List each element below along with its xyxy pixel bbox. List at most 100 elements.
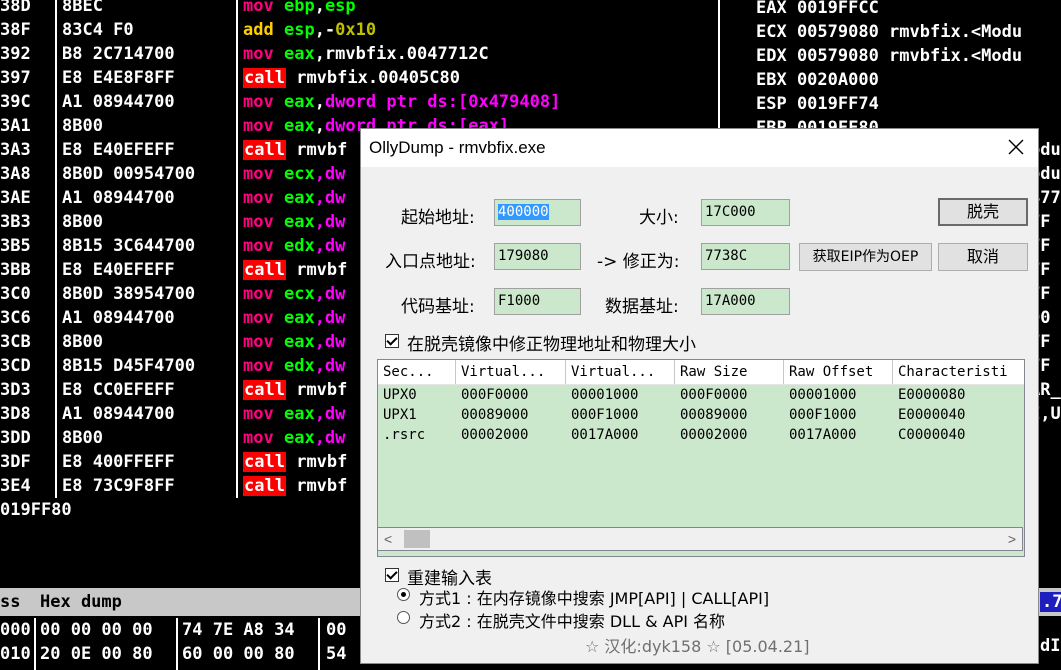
code-base-field[interactable]: F1000 — [494, 288, 581, 315]
disasm-instruction: add esp,-0x10 — [243, 20, 377, 40]
credit-text: ☆ 汉化:dyk158 ☆ [05.04.21] — [585, 637, 810, 656]
scroll-right-icon[interactable]: > — [1008, 531, 1016, 547]
disasm-opcode-bytes: 8B00 — [62, 428, 103, 448]
method1-radio[interactable] — [397, 588, 410, 601]
register-line[interactable]: EDX 00579080 rmvbfix.<Modu — [756, 44, 1022, 68]
register-line[interactable]: EBX 0020A000 — [756, 68, 879, 92]
list-cell: .rsrc — [383, 427, 426, 443]
hex-column-divider — [34, 618, 36, 670]
right-pane-edge: .7 — [1040, 592, 1061, 612]
start-address-field[interactable]: 400000 — [494, 199, 581, 226]
disasm-address: 392 — [0, 44, 31, 64]
hex-bytes: 54 — [326, 644, 347, 664]
column-header[interactable]: Raw Offset — [784, 360, 893, 384]
right-pane-edge: dI — [1040, 636, 1061, 656]
disasm-opcode-bytes: A1 08944700 — [62, 188, 175, 208]
disasm-row[interactable]: 397 E8 E4E8F8FF call rmvbfix.00405C80 — [0, 66, 720, 90]
hex-bytes: 60 00 00 80 — [182, 644, 295, 664]
disasm-instruction: call rmvbf — [243, 476, 348, 496]
disasm-row[interactable]: 392 B8 2C714700 mov eax,rmvbfix.0047712C — [0, 42, 720, 66]
fix-oep-field[interactable]: 7738C — [701, 243, 790, 270]
list-cell: 00001000 — [789, 387, 857, 403]
scroll-left-icon[interactable]: < — [384, 531, 392, 547]
disasm-row[interactable]: 38D 8BEC mov ebp,esp — [0, 0, 720, 18]
column-header[interactable]: Virtual... — [456, 360, 566, 384]
register-line[interactable]: EAX 0019FFCC — [756, 0, 879, 20]
method2-label: 方式2 : 在脱壳文件中搜索 DLL & API 名称 — [419, 612, 726, 631]
disasm-address: 3CD — [0, 356, 31, 376]
disasm-address: 38F — [0, 20, 31, 40]
column-header[interactable]: Raw Size — [675, 360, 784, 384]
column-header[interactable]: Characteristi — [893, 360, 1024, 384]
dialog-title-bar[interactable]: OllyDump - rmvbfix.exe — [361, 129, 1038, 167]
cancel-button[interactable]: 取消 — [938, 243, 1028, 271]
fix-raw-size-checkbox[interactable] — [385, 334, 399, 348]
disasm-address: 38D — [0, 0, 31, 16]
disasm-row[interactable]: 39C A1 08944700 mov eax,dword ptr ds:[0x47… — [0, 90, 720, 114]
disasm-instruction: call rmvbf — [243, 452, 348, 472]
data-base-label: 数据基址: — [605, 297, 679, 317]
start-address-label: 起始地址: — [401, 208, 475, 228]
disasm-instruction: mov ebp,esp — [243, 0, 356, 16]
hex-bytes: 74 7E A8 34 — [182, 620, 295, 640]
disasm-opcode-bytes: A1 08944700 — [62, 308, 175, 328]
disasm-instruction: mov eax,dw — [243, 332, 346, 352]
disasm-address: 3D3 — [0, 380, 31, 400]
registers-pane[interactable]: EAX 0019FFCC ECX 00579080 rmvbfix.<Modu ED… — [748, 0, 1061, 140]
rebuild-import-checkbox[interactable] — [385, 568, 399, 582]
list-cell: 00002000 — [461, 427, 529, 443]
horizontal-scrollbar[interactable]: < > — [377, 527, 1023, 551]
size-label: 大小: — [639, 208, 679, 228]
disasm-instruction: call rmvbfix.00405C80 — [243, 68, 460, 88]
disasm-address: 3D8 — [0, 404, 31, 424]
disasm-instruction: mov edx,dw — [243, 356, 346, 376]
dump-button[interactable]: 脱壳 — [938, 198, 1028, 226]
disasm-instruction: mov eax,dw — [243, 428, 346, 448]
close-icon[interactable] — [1004, 135, 1028, 159]
disasm-instruction: mov eax,dw — [243, 404, 346, 424]
register-line[interactable]: ESP 0019FF74 — [756, 92, 879, 116]
disasm-opcode-bytes: E8 400FFEFF — [62, 452, 175, 472]
disasm-opcode-bytes: 8B0D 38954700 — [62, 284, 196, 304]
list-cell: 00089000 — [680, 407, 748, 423]
list-cell: 00089000 — [461, 407, 529, 423]
disasm-instruction: mov eax,dw — [243, 308, 346, 328]
list-cell: 0017A000 — [789, 427, 857, 443]
disasm-address: 3C0 — [0, 284, 31, 304]
pane-divider — [718, 0, 720, 140]
disasm-opcode-bytes: E8 CC0EFEFF — [62, 380, 175, 400]
disasm-address: 3AE — [0, 188, 31, 208]
list-cell: 00002000 — [680, 427, 748, 443]
disasm-row[interactable]: 38F 83C4 F0 add esp,-0x10 — [0, 18, 720, 42]
size-field[interactable]: 17C000 — [701, 199, 790, 226]
data-base-field[interactable]: 17A000 — [701, 288, 790, 315]
disasm-address: 3B5 — [0, 236, 31, 256]
hex-column-divider — [318, 618, 320, 670]
disasm-opcode-bytes: 8B00 — [62, 212, 103, 232]
disasm-address: 3A3 — [0, 140, 31, 160]
list-cell: 000F0000 — [680, 387, 748, 403]
hex-bytes: 00 00 00 00 — [40, 620, 153, 640]
column-header[interactable]: Sec... — [378, 360, 456, 384]
disasm-opcode-bytes: E8 E4E8F8FF — [62, 68, 175, 88]
column-header[interactable]: Virtual... — [566, 360, 675, 384]
disasm-instruction: mov ecx,dw — [243, 284, 346, 304]
disasm-instruction: call rmvbf — [243, 140, 348, 160]
list-cell: E0000040 — [898, 407, 966, 423]
list-cell: C0000040 — [898, 427, 966, 443]
disasm-instruction: mov eax,dword ptr ds:[0x479408] — [243, 92, 561, 112]
scroll-thumb[interactable] — [404, 530, 430, 548]
hex-bytes: 00 — [326, 620, 347, 640]
get-eip-as-oep-button[interactable]: 获取EIP作为OEP — [799, 243, 932, 271]
disasm-opcode-bytes: E8 E40EFEFF — [62, 260, 175, 280]
hex-row-address: 000 — [0, 620, 31, 640]
entry-point-field[interactable]: 179080 — [494, 243, 581, 270]
disasm-opcode-bytes: 8BEC — [62, 0, 103, 16]
method2-radio[interactable] — [397, 611, 410, 624]
register-line[interactable]: ECX 00579080 rmvbfix.<Modu — [756, 20, 1022, 44]
list-cell: 000F1000 — [789, 407, 857, 423]
disasm-address: 3B3 — [0, 212, 31, 232]
disasm-opcode-bytes: 8B15 3C644700 — [62, 236, 196, 256]
hex-row-address: 010 — [0, 644, 31, 664]
list-cell: 00001000 — [571, 387, 639, 403]
